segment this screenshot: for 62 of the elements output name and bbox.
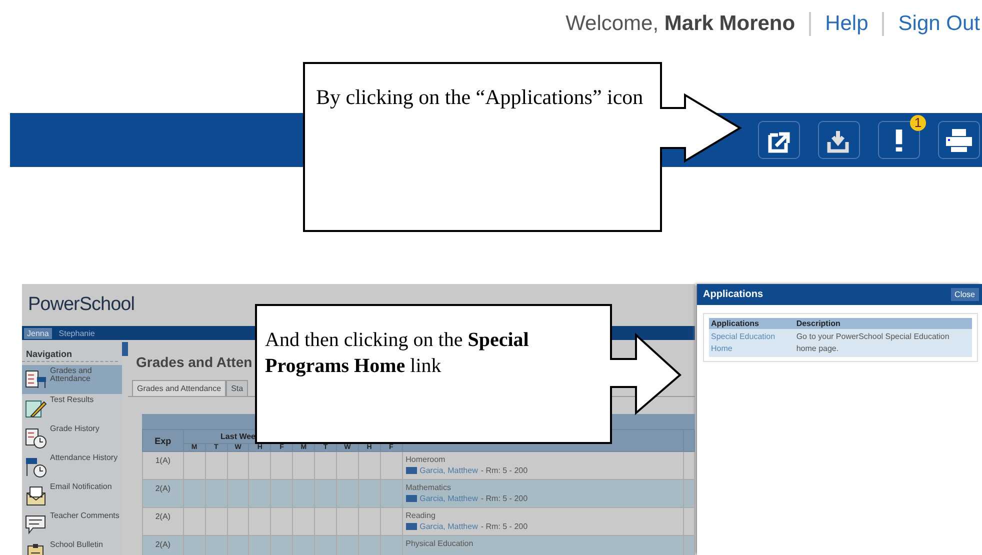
panel-title: Applications [703,289,764,300]
header-link[interactable]: Sign Out [882,12,982,36]
speech-bubble-icon [25,514,47,536]
room-text: - Rm: 5 - 200 [480,522,528,531]
room-text: - Rm: 5 - 200 [480,494,528,503]
nav-item[interactable]: Grades and Attendance [22,365,122,394]
application-link[interactable]: Special Education Home [711,331,792,355]
nav-item-label: Grade History [50,425,100,433]
navigation-heading: Navigation [22,349,118,362]
table-cell: 2(A) [142,508,184,536]
nav-item-label: School Bulletin [50,541,103,549]
description-cell: Go to your PowerSchool Special Education home page. [794,329,972,357]
nav-item[interactable]: Test Results [22,394,122,423]
test-pencil-icon [25,398,47,420]
printer-icon [944,126,974,154]
alert-badge: 1 [910,115,926,131]
nav-item-label: Test Results [50,396,94,404]
print-button[interactable] [938,121,980,159]
powerschool-logo: PowerSchool [28,294,134,316]
teacher-link[interactable]: Garcia, Matthew [420,522,478,531]
course-name: Mathematics [406,483,452,492]
nav-item[interactable]: School Bulletin [22,539,122,555]
table-cell: 1(A) [142,452,184,480]
nav-item[interactable]: Attendance History [22,452,122,481]
teacher-link[interactable]: Garcia, Matthew [420,466,478,475]
attendance-clock-icon [25,456,47,478]
student-tab[interactable]: Jenna [24,328,52,338]
email-icon[interactable] [406,523,417,530]
tab[interactable]: Grades and Attendance [132,380,226,396]
nav-item-label: Attendance History [50,454,118,462]
alert-icon [895,128,903,152]
envelope-icon [25,485,47,507]
column-header: Applications [709,318,794,329]
course-name: Homeroom [406,455,446,464]
grades-icon [25,369,47,391]
nav-item[interactable]: Teacher Comments [22,510,122,539]
callout-text: And then clicking on the Special Programs Home link [265,328,530,379]
course-name: Reading [406,511,436,520]
nav-item[interactable]: Email Notification [22,481,122,510]
callout-text: By clicking on the “Applications” icon [316,84,644,110]
tab[interactable]: Sta [226,380,248,396]
table-cell: 2(A) [142,536,184,555]
share-button[interactable] [758,121,800,159]
email-icon[interactable] [406,495,417,502]
table-cell: 2(A) [142,480,184,508]
room-text: - Rm: 5 - 200 [480,466,528,475]
close-button[interactable]: Close [950,288,979,301]
page-title: Grades and Atten [136,354,252,372]
nav-item-label: Email Notification [50,483,112,491]
nav-item[interactable]: Grade History [22,423,122,452]
download-button[interactable] [818,121,860,159]
column-header: Exp [142,430,184,452]
nav-item-label: Teacher Comments [50,512,120,520]
course-name: Physical Education [406,539,474,548]
welcome-text: Welcome, Mark Moreno [566,12,796,36]
collapse-handle[interactable] [122,342,128,356]
nav-item-label: Grades and Attendance [50,367,93,383]
header-link[interactable]: Help [809,12,882,36]
student-tab[interactable]: Stephanie [56,328,98,338]
email-icon[interactable] [406,467,417,474]
history-clock-icon [25,427,47,449]
column-header: Description [794,318,972,329]
